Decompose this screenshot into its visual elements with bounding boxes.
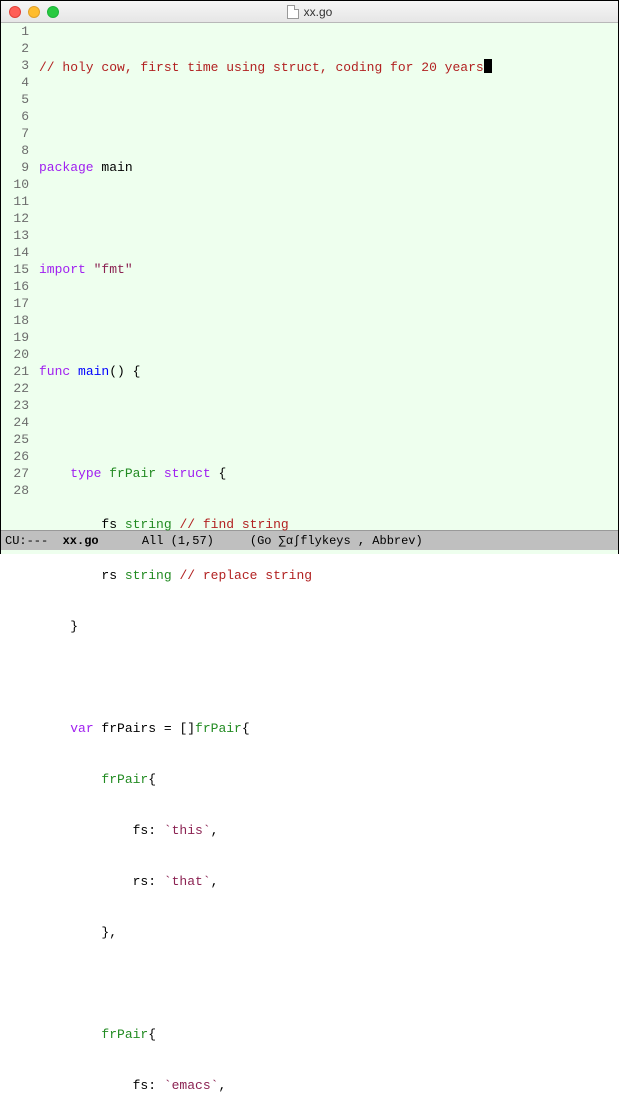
editor[interactable]: 1234567891011121314151617181920212223242… <box>1 23 618 530</box>
filename-label: xx.go <box>304 5 333 19</box>
traffic-lights <box>9 6 59 18</box>
line-number-gutter: 1234567891011121314151617181920212223242… <box>1 23 35 530</box>
text-cursor <box>484 59 492 73</box>
close-icon[interactable] <box>9 6 21 18</box>
minimize-icon[interactable] <box>28 6 40 18</box>
scrollbar[interactable] <box>606 23 618 530</box>
window-title: xx.go <box>1 5 618 19</box>
document-icon <box>287 5 299 19</box>
maximize-icon[interactable] <box>47 6 59 18</box>
code-area[interactable]: // holy cow, first time using struct, co… <box>35 23 606 530</box>
comment: // holy cow, first time using struct, co… <box>39 60 484 75</box>
titlebar: xx.go <box>1 1 618 23</box>
